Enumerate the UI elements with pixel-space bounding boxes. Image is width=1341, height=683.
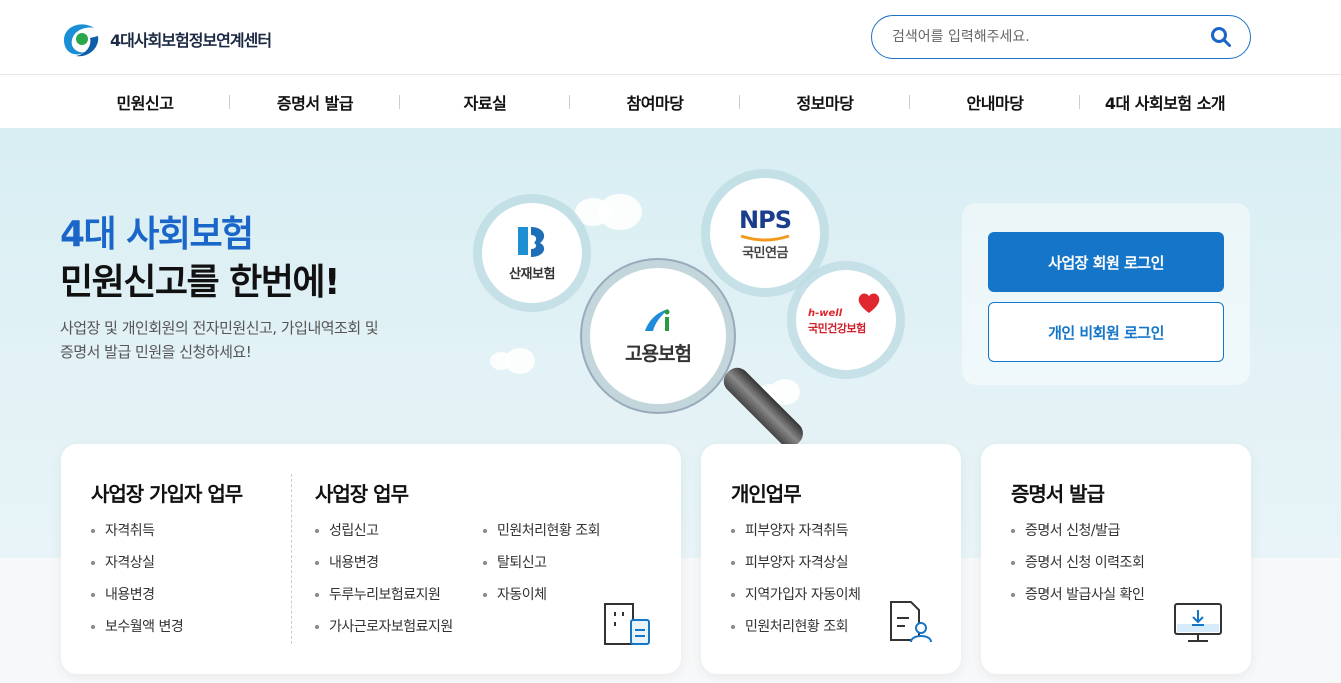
menu-item-change[interactable]: 내용변경 [91, 584, 183, 616]
subscriber-menu: 자격취득 자격상실 내용변경 보수월액 변경 [91, 520, 184, 648]
building-document-icon [604, 603, 650, 645]
search-icon[interactable] [1210, 26, 1232, 48]
certificate-menu: 증명서 신청/발급 증명서 신청 이력조회 증명서 발급사실 확인 [1011, 520, 1145, 616]
business-login-button[interactable]: 사업장 회원 로그인 [988, 232, 1224, 292]
heart-icon [858, 293, 880, 313]
menu-item-acquire[interactable]: 자격취득 [91, 520, 183, 552]
menu-item-withdraw[interactable]: 탈퇴신고 [483, 552, 600, 584]
menu-item-cert-history[interactable]: 증명서 신청 이력조회 [1011, 552, 1145, 584]
main-nav: 민원신고 증명서 발급 자료실 참여마당 정보마당 안내마당 4대 사회보험 소… [0, 75, 1341, 128]
nav-item-library[interactable]: 자료실 [400, 75, 570, 128]
certificate-services-card: 증명서 발급 증명서 신청/발급 증명서 신청 이력조회 증명서 발급사실 확인 [981, 444, 1251, 674]
card-title-personal: 개인업무 [731, 482, 802, 506]
hwell-logo: h-well [808, 308, 843, 319]
menu-item-dependent-acquire[interactable]: 피부양자 자격취득 [731, 520, 860, 552]
sanjae-logo-icon [518, 226, 545, 257]
nps-logo: NPS [739, 205, 792, 234]
card-title-certificate: 증명서 발급 [1011, 482, 1105, 506]
workplace-menu-left: 성립신고 내용변경 두루누리보험료지원 가사근로자보험료지원 [315, 520, 453, 648]
menu-item-establish[interactable]: 성립신고 [315, 520, 453, 552]
hero-title-highlight: 4대 사회보험 [60, 214, 254, 255]
menu-item-lose[interactable]: 자격상실 [91, 552, 183, 584]
menu-item-status[interactable]: 민원처리현황 조회 [483, 520, 601, 552]
nav-item-about[interactable]: 4대 사회보험 소개 [1080, 75, 1250, 128]
nps-label: 국민연금 [742, 245, 788, 261]
hero-title: 민원신고를 한번에! [60, 262, 340, 303]
cloud-decoration [505, 348, 535, 374]
sanjae-label: 산재보험 [509, 266, 555, 282]
goyong-logo-icon [645, 308, 670, 331]
personal-menu: 피부양자 자격취득 피부양자 자격상실 지역가입자 자동이체 민원처리현황 조회 [731, 520, 861, 648]
card-title-workplace: 사업장 업무 [315, 482, 409, 506]
workplace-services-card: 사업장 가입자 업무 자격취득 자격상실 내용변경 보수월액 변경 사업장 업무… [61, 444, 681, 674]
menu-item-dependent-lose[interactable]: 피부양자 자격상실 [731, 552, 860, 584]
search-input[interactable] [892, 29, 1210, 45]
nav-item-complaint[interactable]: 민원신고 [60, 75, 230, 128]
card-divider [291, 474, 292, 644]
personal-services-card: 개인업무 피부양자 자격취득 피부양자 자격상실 지역가입자 자동이체 민원처리… [701, 444, 961, 674]
workplace-menu-right: 민원처리현황 조회 탈퇴신고 자동이체 [483, 520, 601, 616]
monitor-download-icon [1174, 603, 1222, 642]
logo-icon [64, 24, 99, 57]
card-title-subscriber: 사업장 가입자 업무 [91, 482, 243, 506]
person-document-icon [890, 601, 932, 643]
menu-item-durunuri[interactable]: 두루누리보험료지원 [315, 584, 453, 616]
menu-item-content-change[interactable]: 내용변경 [315, 552, 453, 584]
menu-item-domestic-worker[interactable]: 가사근로자보험료지원 [315, 616, 453, 648]
health-insurance-badge: h-well 국민건강보험 [796, 270, 896, 370]
menu-item-salary-change[interactable]: 보수월액 변경 [91, 616, 184, 648]
logo-text: 4대사회보험정보연계센터 [110, 31, 272, 50]
menu-item-cert-verify[interactable]: 증명서 발급사실 확인 [1011, 584, 1145, 616]
nps-badge: NPS 국민연금 [710, 178, 820, 288]
sanjae-insurance-badge: 산재보험 [482, 203, 582, 303]
nav-item-certificate[interactable]: 증명서 발급 [230, 75, 400, 128]
cloud-decoration [598, 194, 642, 230]
nav-item-information[interactable]: 정보마당 [740, 75, 910, 128]
goyong-insurance-badge: 고용보험 [590, 268, 726, 404]
nav-item-guide[interactable]: 안내마당 [910, 75, 1080, 128]
search-box [871, 15, 1251, 59]
hero-description-line: 증명서 발급 민원을 신청하세요! [60, 343, 252, 361]
hero-description-line: 사업장 및 개인회원의 전자민원신고, 가입내역조회 및 [60, 319, 379, 337]
health-label: 국민건강보험 [808, 322, 866, 335]
hero-description: 사업장 및 개인회원의 전자민원신고, 가입내역조회 및 증명서 발급 민원을 … [60, 316, 440, 364]
menu-item-autopay[interactable]: 자동이체 [483, 584, 600, 616]
site-logo[interactable]: 4대사회보험정보연계센터 [60, 18, 272, 60]
menu-item-personal-status[interactable]: 민원처리현황 조회 [731, 616, 860, 648]
menu-item-cert-issue[interactable]: 증명서 신청/발급 [1011, 520, 1144, 552]
personal-login-button[interactable]: 개인 비회원 로그인 [988, 302, 1224, 362]
site-header: 4대사회보험정보연계센터 [0, 0, 1341, 75]
nav-item-participation[interactable]: 참여마당 [570, 75, 740, 128]
goyong-label: 고용보험 [625, 342, 692, 365]
nps-swoosh-icon [740, 234, 790, 241]
menu-item-regional-autopay[interactable]: 지역가입자 자동이체 [731, 584, 861, 616]
